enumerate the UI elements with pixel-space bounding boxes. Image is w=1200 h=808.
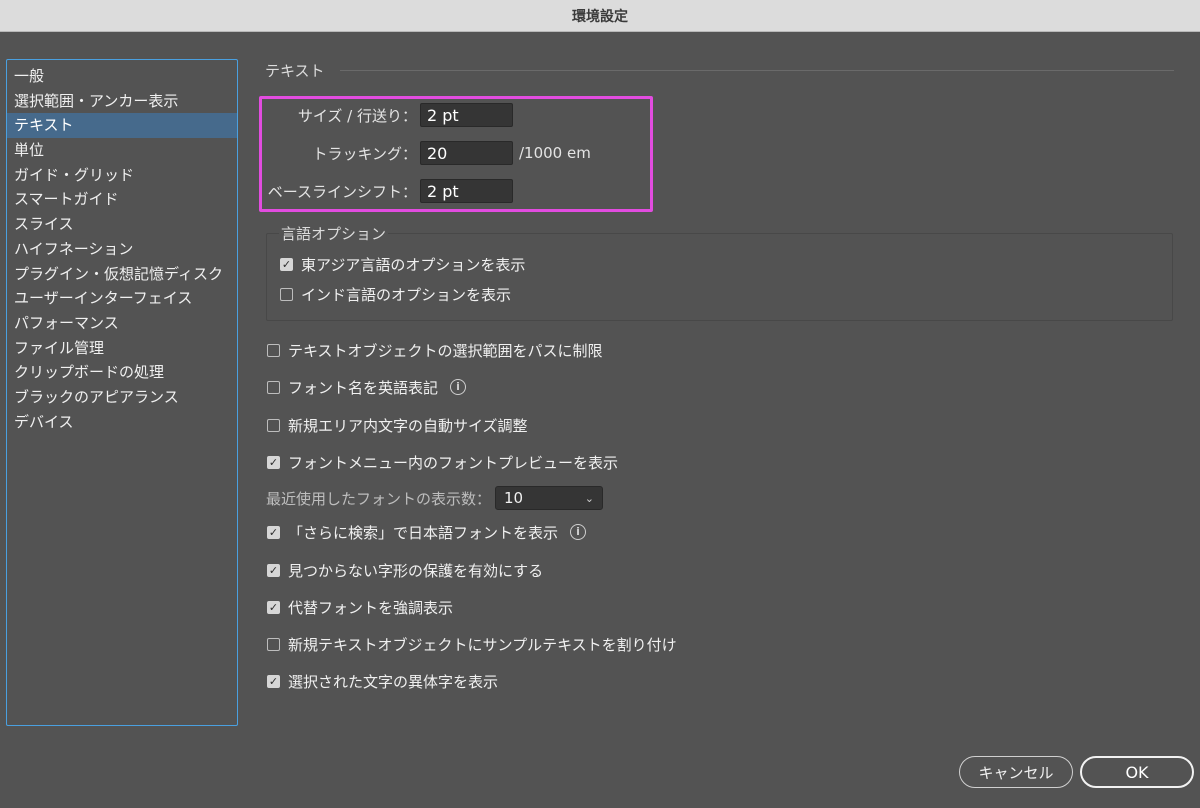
section-divider [340, 70, 1174, 71]
checkmark-icon: ✓ [281, 257, 292, 271]
size-leading-input[interactable] [420, 103, 513, 127]
highlight-substituted-option[interactable]: ✓ 代替フォントを強調表示 [267, 596, 453, 618]
title-bar: 環境設定 [0, 0, 1200, 32]
missing-glyph-option[interactable]: ✓ 見つからない字形の保護を有効にする [267, 559, 543, 581]
window-title: 環境設定 [572, 8, 628, 25]
checkmark-icon: ✓ [268, 525, 279, 539]
ok-button[interactable]: OK [1080, 756, 1194, 788]
recent-fonts-value: 10 [504, 489, 524, 507]
find-more-japanese-label: 「さらに検索」で日本語フォントを表示 [288, 523, 559, 542]
indic-label: インド言語のオプションを表示 [301, 285, 512, 304]
font-preview-checkbox[interactable]: ✓ [267, 455, 280, 469]
east-asian-checkbox[interactable]: ✓ [280, 257, 293, 271]
missing-glyph-checkbox[interactable]: ✓ [267, 563, 280, 577]
english-font-names-label: フォント名を英語表記 [288, 378, 439, 397]
find-more-japanese-checkbox[interactable]: ✓ [267, 525, 280, 539]
cancel-button[interactable]: キャンセル [959, 756, 1073, 788]
missing-glyph-label: 見つからない字形の保護を有効にする [288, 561, 544, 580]
east-asian-option[interactable]: ✓ 東アジア言語のオプションを表示 [280, 253, 525, 275]
english-font-names-option[interactable]: フォント名を英語表記 i [267, 376, 467, 398]
sidebar-item-file-handling[interactable]: ファイル管理 [7, 336, 237, 361]
tracking-label: トラッキング： [312, 144, 417, 163]
sidebar-item-clipboard[interactable]: クリップボードの処理 [7, 360, 237, 385]
tracking-row: トラッキング： /1000 em [262, 140, 591, 166]
sidebar-item-slices[interactable]: スライス [7, 212, 237, 237]
language-options-group [266, 233, 1173, 321]
sidebar-item-units[interactable]: 単位 [7, 138, 237, 163]
font-preview-option[interactable]: ✓ フォントメニュー内のフォントプレビューを表示 [267, 451, 618, 473]
sidebar-item-devices[interactable]: デバイス [7, 410, 237, 435]
checkmark-icon: ✓ [268, 674, 279, 688]
sidebar-item-user-interface[interactable]: ユーザーインターフェイス [7, 286, 237, 311]
tracking-unit: /1000 em [519, 144, 591, 162]
language-options-title: 言語オプション [279, 223, 389, 244]
sidebar-item-plugins-scratch-disks[interactable]: プラグイン・仮想記憶ディスク [7, 262, 237, 287]
sidebar-item-black-appearance[interactable]: ブラックのアピアランス [7, 385, 237, 410]
placeholder-text-label: 新規テキストオブジェクトにサンプルテキストを割り付け [288, 635, 677, 654]
sidebar-item-text[interactable]: テキスト [7, 113, 237, 139]
sidebar-item-hyphenation[interactable]: ハイフネーション [7, 237, 237, 262]
indic-checkbox[interactable] [280, 287, 293, 301]
auto-size-area-option[interactable]: 新規エリア内文字の自動サイズ調整 [267, 414, 528, 436]
checkmark-icon: ✓ [268, 600, 279, 614]
recent-fonts-select[interactable]: 10 ⌄ [495, 486, 604, 510]
baseline-shift-input[interactable] [420, 179, 513, 203]
size-leading-row: サイズ / 行送り： [262, 102, 513, 128]
tracking-input[interactable] [420, 141, 513, 165]
sidebar-item-guides-grid[interactable]: ガイド・グリッド [7, 163, 237, 188]
info-icon[interactable]: i [450, 379, 467, 395]
restrict-selection-option[interactable]: テキストオブジェクトの選択範囲をパスに制限 [267, 339, 603, 361]
indic-option[interactable]: インド言語のオプションを表示 [280, 283, 511, 305]
east-asian-label: 東アジア言語のオプションを表示 [301, 255, 526, 274]
find-more-japanese-option[interactable]: ✓ 「さらに検索」で日本語フォントを表示 i [267, 521, 587, 543]
show-alternates-checkbox[interactable]: ✓ [267, 674, 280, 688]
auto-size-area-checkbox[interactable] [267, 418, 280, 432]
english-font-names-checkbox[interactable] [267, 380, 280, 394]
show-alternates-option[interactable]: ✓ 選択された文字の異体字を表示 [267, 670, 498, 692]
section-title: テキスト [265, 62, 325, 80]
show-alternates-label: 選択された文字の異体字を表示 [288, 672, 499, 691]
sidebar-item-performance[interactable]: パフォーマンス [7, 311, 237, 336]
restrict-selection-label: テキストオブジェクトの選択範囲をパスに制限 [288, 341, 603, 360]
checkmark-icon: ✓ [268, 563, 279, 577]
sidebar-item-selection-anchor[interactable]: 選択範囲・アンカー表示 [7, 89, 237, 114]
recent-fonts-row: 最近使用したフォントの表示数： 10 ⌄ [266, 485, 604, 511]
highlight-substituted-label: 代替フォントを強調表示 [288, 598, 454, 617]
checkmark-icon: ✓ [268, 455, 279, 469]
sidebar-item-general[interactable]: 一般 [7, 64, 237, 89]
baseline-shift-label: ベースラインシフト： [267, 182, 417, 201]
baseline-shift-row: ベースラインシフト： [262, 178, 513, 204]
highlight-substituted-checkbox[interactable]: ✓ [267, 600, 280, 614]
info-icon[interactable]: i [570, 524, 587, 540]
auto-size-area-label: 新規エリア内文字の自動サイズ調整 [288, 416, 528, 435]
sidebar-item-smart-guides[interactable]: スマートガイド [7, 187, 237, 212]
placeholder-text-option[interactable]: 新規テキストオブジェクトにサンプルテキストを割り付け [267, 633, 677, 655]
category-sidebar[interactable]: 一般 選択範囲・アンカー表示 テキスト 単位 ガイド・グリッド スマートガイド … [6, 59, 238, 726]
restrict-selection-checkbox[interactable] [267, 343, 280, 357]
chevron-down-icon: ⌄ [584, 491, 595, 505]
placeholder-text-checkbox[interactable] [267, 637, 280, 651]
size-leading-label: サイズ / 行送り： [297, 106, 417, 125]
recent-fonts-label: 最近使用したフォントの表示数： [266, 489, 492, 508]
font-preview-label: フォントメニュー内のフォントプレビューを表示 [288, 453, 619, 472]
